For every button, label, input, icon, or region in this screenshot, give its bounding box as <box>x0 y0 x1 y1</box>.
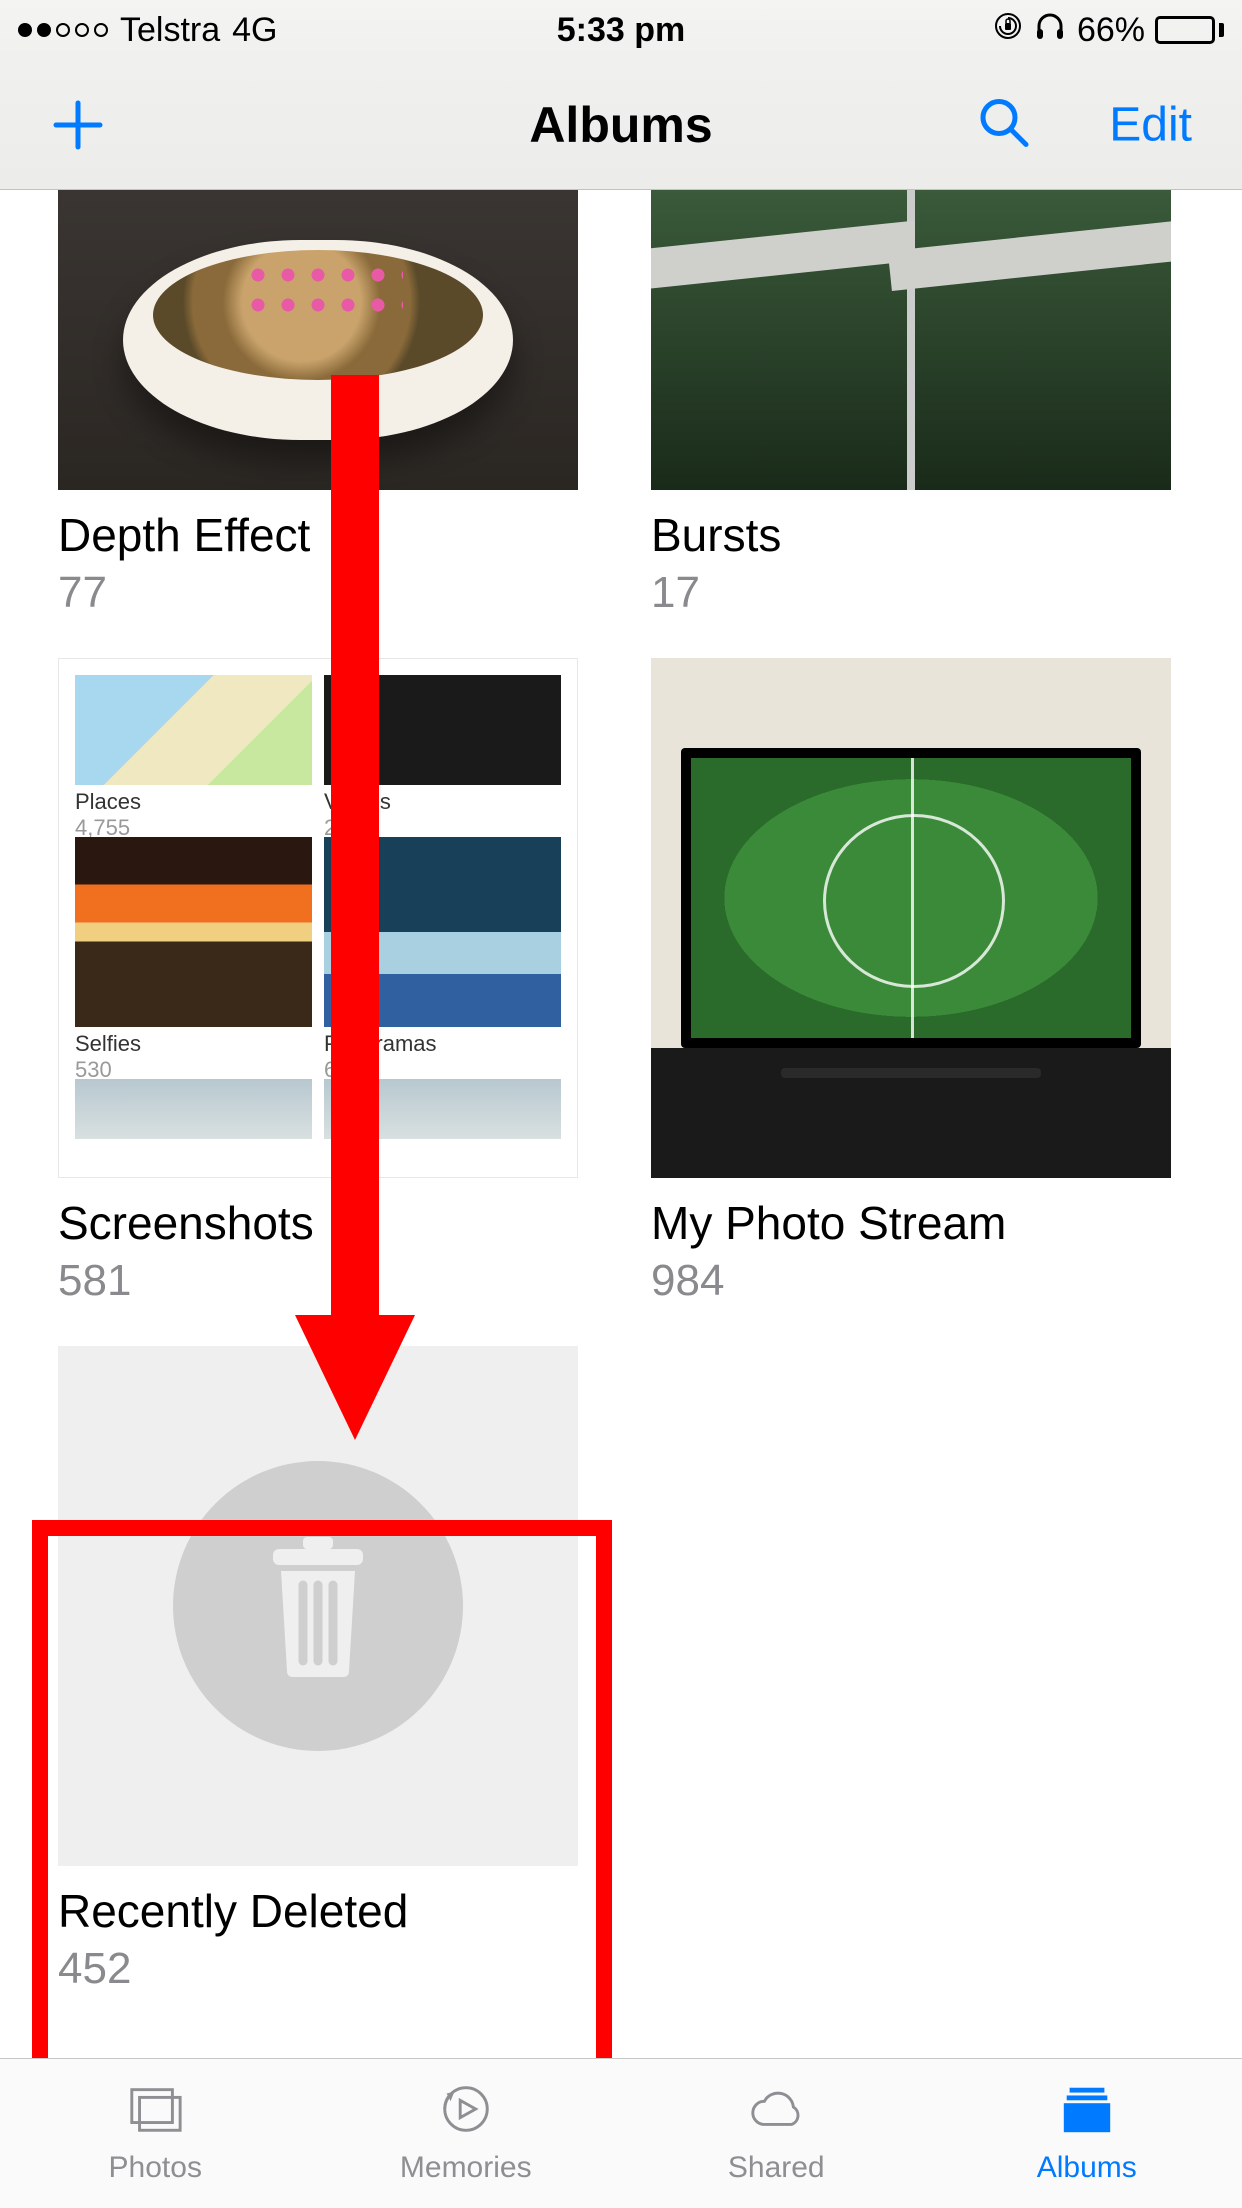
album-count: 17 <box>651 568 1184 618</box>
page-title: Albums <box>529 96 712 154</box>
album-title: Recently Deleted <box>58 1884 591 1938</box>
inner-label: Places <box>75 789 312 815</box>
status-left: Telstra 4G <box>18 11 278 50</box>
headphones-icon <box>1033 9 1067 52</box>
network-label: 4G <box>232 11 277 50</box>
album-recently-deleted[interactable]: Recently Deleted 452 <box>58 1346 591 1994</box>
add-album-button[interactable] <box>50 97 106 153</box>
album-thumbnail <box>651 190 1171 490</box>
search-button[interactable] <box>976 94 1032 155</box>
album-thumbnail <box>58 190 578 490</box>
signal-dots-icon <box>18 23 108 37</box>
tab-label: Albums <box>1037 2151 1137 2185</box>
rotation-lock-icon <box>993 11 1023 50</box>
inner-label: Selfies <box>75 1031 312 1057</box>
album-count: 581 <box>58 1256 591 1306</box>
status-right: 66% <box>993 9 1224 52</box>
album-count: 77 <box>58 568 591 618</box>
edit-button[interactable]: Edit <box>1109 97 1192 152</box>
album-title: Depth Effect <box>58 508 591 562</box>
memories-icon <box>437 2083 495 2143</box>
album-thumbnail <box>651 658 1171 1178</box>
album-bursts[interactable]: Bursts 17 <box>651 190 1184 618</box>
status-bar: Telstra 4G 5:33 pm 66% <box>0 0 1242 60</box>
album-title: Bursts <box>651 508 1184 562</box>
photos-icon <box>126 2083 184 2143</box>
inner-label: Videos <box>324 789 561 815</box>
album-screenshots[interactable]: Places 4,755 Videos 222 Selfies 530 Pano… <box>58 658 591 1306</box>
album-title: My Photo Stream <box>651 1196 1184 1250</box>
album-title: Screenshots <box>58 1196 591 1250</box>
tab-bar: Photos Memories Shared Albums <box>0 2058 1242 2208</box>
albums-icon <box>1058 2083 1116 2143</box>
battery-percent: 66% <box>1077 11 1145 50</box>
tab-label: Photos <box>109 2151 202 2185</box>
cloud-icon <box>747 2083 805 2143</box>
tab-albums[interactable]: Albums <box>932 2059 1242 2208</box>
carrier-label: Telstra <box>120 11 220 50</box>
album-count: 452 <box>58 1944 591 1994</box>
tab-photos[interactable]: Photos <box>0 2059 311 2208</box>
status-time: 5:33 pm <box>557 11 686 50</box>
trash-icon <box>173 1461 463 1751</box>
tab-shared[interactable]: Shared <box>621 2059 932 2208</box>
tab-label: Memories <box>400 2151 532 2185</box>
tab-label: Shared <box>728 2151 825 2185</box>
tab-memories[interactable]: Memories <box>311 2059 622 2208</box>
album-count: 984 <box>651 1256 1184 1306</box>
inner-label: Panoramas <box>324 1031 561 1057</box>
nav-bar: Albums Edit <box>0 60 1242 190</box>
albums-scroll[interactable]: Depth Effect 77 Bursts 17 Places 4,755 <box>0 190 1242 2058</box>
album-thumbnail: Places 4,755 Videos 222 Selfies 530 Pano… <box>58 658 578 1178</box>
album-photo-stream[interactable]: My Photo Stream 984 <box>651 658 1184 1306</box>
album-thumbnail <box>58 1346 578 1866</box>
album-depth-effect[interactable]: Depth Effect 77 <box>58 190 591 618</box>
battery-icon <box>1155 16 1224 44</box>
